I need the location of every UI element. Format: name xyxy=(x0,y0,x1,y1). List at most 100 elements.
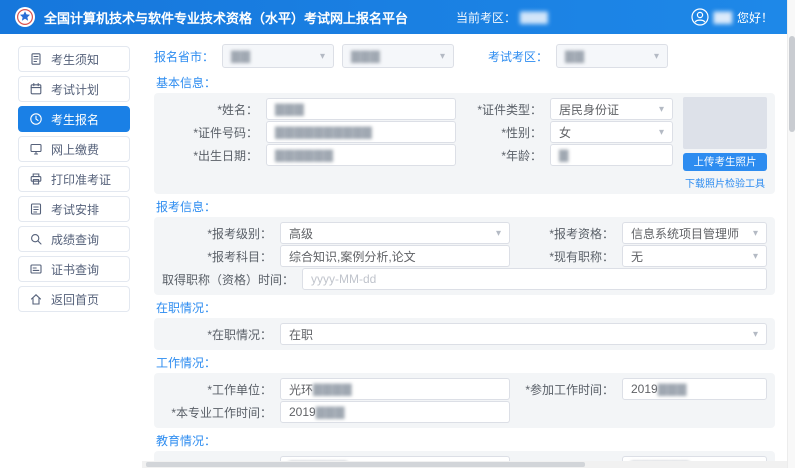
district-label: 考试考区： xyxy=(488,49,549,64)
form-row: *证件号码： ▇▇▇▇▇▇▇▇▇▇ *性别： 女 ▾ xyxy=(162,121,673,143)
district-select[interactable]: ▇▇ ▾ xyxy=(556,44,669,68)
monitor-icon xyxy=(29,142,43,156)
site-title: 全国计算机技术与软件专业技术资格（水平）考试网上报名平台 xyxy=(44,10,409,26)
section-title-employment: 在职情况： xyxy=(156,301,217,315)
qualification-select[interactable]: 信息系统项目管理师 ▾ xyxy=(622,222,767,244)
region-toolbar: 报名省市： ▇▇ ▾ ▇▇▇ ▾ 考试考区： ▇▇ ▾ xyxy=(154,44,775,68)
chevron-down-icon: ▾ xyxy=(495,227,501,239)
section-title-education: 教育情况： xyxy=(156,434,217,448)
subjects-input[interactable]: 综合知识,案例分析,论文 xyxy=(280,245,510,267)
major-work-time-input[interactable]: 2019 ▇▇▇ xyxy=(280,401,510,423)
printer-icon xyxy=(29,172,43,186)
province-label: 报名省市： xyxy=(154,49,215,64)
section-title-enroll-info: 报考信息： xyxy=(156,200,217,214)
calendar-icon xyxy=(29,82,43,96)
sidebar-item-candidate-notice[interactable]: 考生须知 xyxy=(18,46,130,72)
sidebar-item-label: 证书查询 xyxy=(51,262,100,277)
work-unit-label: *工作单位： xyxy=(207,382,272,397)
sidebar-item-online-payment[interactable]: 网上缴费 xyxy=(18,136,130,162)
sidebar-item-score-query[interactable]: 成绩查询 xyxy=(18,226,130,252)
id-type-label: *证件类型： xyxy=(477,102,542,117)
chevron-down-icon: ▾ xyxy=(752,328,758,340)
form-row: *报考级别： 高级 ▾ *报考资格： 信息系统项目管理师 ▾ xyxy=(162,222,767,244)
chevron-down-icon: ▾ xyxy=(658,126,664,138)
current-region-value: ▇▇▇ xyxy=(520,10,548,24)
form-row: *报考科目： 综合知识,案例分析,论文 *现有职称： 无 ▾ xyxy=(162,245,767,267)
form-row: *工作单位： 光环 ▇▇▇▇ *参加工作时间： 2019 ▇▇▇ xyxy=(162,378,767,400)
id-number-input[interactable]: ▇▇▇▇▇▇▇▇▇▇ xyxy=(266,121,456,143)
sidebar-item-print-admission-ticket[interactable]: 打印准考证 xyxy=(18,166,130,192)
home-icon xyxy=(29,292,43,306)
sidebar-item-label: 打印准考证 xyxy=(51,172,112,187)
basic-info-panel: *姓名： ▇▇▇ *证件类型： 居民身份证 ▾ *证件号码： ▇▇▇▇▇▇▇▇▇… xyxy=(154,93,775,194)
sidebar-item-label: 成绩查询 xyxy=(51,232,100,247)
employment-panel: *在职情况： 在职 ▾ xyxy=(154,318,775,350)
work-start-input[interactable]: 2019 ▇▇▇ xyxy=(622,378,767,400)
sidebar-item-exam-plan[interactable]: 考试计划 xyxy=(18,76,130,102)
sidebar-item-label: 考生报名 xyxy=(51,112,100,127)
birth-date-input[interactable]: ▇▇▇▇▇▇ xyxy=(266,144,456,166)
chevron-down-icon: ▾ xyxy=(654,50,660,62)
exam-level-select[interactable]: 高级 ▾ xyxy=(280,222,510,244)
sidebar-item-exam-schedule[interactable]: 考试安排 xyxy=(18,196,130,222)
form-row: *在职情况： 在职 ▾ xyxy=(162,323,767,345)
certificate-icon xyxy=(29,262,43,276)
enroll-info-panel: *报考级别： 高级 ▾ *报考资格： 信息系统项目管理师 ▾ *报考科目： 综合… xyxy=(154,217,775,295)
province-select[interactable]: ▇▇ ▾ xyxy=(222,44,335,68)
current-title-select[interactable]: 无 ▾ xyxy=(622,245,767,267)
chevron-down-icon: ▾ xyxy=(658,103,664,115)
form-row: 取得职称（资格）时间： yyyy-MM-dd xyxy=(162,268,767,290)
sidebar-nav: 考生须知 考试计划 考生报名 网上缴费 打印准考证 考试安排 成绩查询 证书查询… xyxy=(0,34,142,468)
vertical-scrollbar-thumb[interactable] xyxy=(789,36,795,132)
subjects-label: *报考科目： xyxy=(207,249,272,264)
work-unit-input[interactable]: 光环 ▇▇▇▇ xyxy=(280,378,510,400)
sidebar-item-candidate-registration[interactable]: 考生报名 xyxy=(18,106,130,132)
title-time-input[interactable]: yyyy-MM-dd xyxy=(302,268,767,290)
qualification-label: *报考资格： xyxy=(549,226,614,241)
sidebar-item-label: 网上缴费 xyxy=(51,142,100,157)
registration-form: 报名省市： ▇▇ ▾ ▇▇▇ ▾ 考试考区： ▇▇ ▾ 基本信息： *姓名： ▇… xyxy=(142,34,787,468)
upload-photo-button[interactable]: 上传考生照片 xyxy=(683,153,767,171)
download-photo-tool-link[interactable]: 下载照片检验工具 xyxy=(683,175,767,190)
section-title-work: 工作情况： xyxy=(156,356,217,370)
major-work-time-label: *本专业工作时间： xyxy=(171,405,272,420)
sidebar-item-label: 考试计划 xyxy=(51,82,100,97)
search-icon xyxy=(29,232,43,246)
employment-status-select[interactable]: 在职 ▾ xyxy=(280,323,767,345)
gender-label: *性别： xyxy=(501,125,542,140)
chevron-down-icon: ▾ xyxy=(439,50,446,62)
gender-select[interactable]: 女 ▾ xyxy=(550,121,673,143)
id-type-select[interactable]: 居民身份证 ▾ xyxy=(550,98,673,120)
exam-level-label: *报考级别： xyxy=(207,226,272,241)
title-time-label: 取得职称（资格）时间： xyxy=(162,272,295,287)
clock-icon xyxy=(29,112,43,126)
candidate-photo xyxy=(683,97,767,149)
work-info-panel: *工作单位： 光环 ▇▇▇▇ *参加工作时间： 2019 ▇▇▇ *本专业工作时间：… xyxy=(154,373,775,428)
photo-column: 上传考生照片 下载照片检验工具 xyxy=(683,97,767,190)
horizontal-scrollbar-thumb[interactable] xyxy=(146,462,585,467)
form-row: *姓名： ▇▇▇ *证件类型： 居民身份证 ▾ xyxy=(162,98,673,120)
list-icon xyxy=(29,202,43,216)
age-input[interactable]: ▇ xyxy=(550,144,673,166)
sidebar-item-label: 返回首页 xyxy=(51,292,100,307)
current-region-label: 当前考区： xyxy=(456,10,517,25)
name-label: *姓名： xyxy=(217,102,258,117)
id-number-label: *证件号码： xyxy=(193,125,258,140)
greeting-text: 您好！ xyxy=(736,10,773,25)
section-title-basic-info: 基本信息： xyxy=(156,76,217,90)
city-select[interactable]: ▇▇▇ ▾ xyxy=(342,44,455,68)
current-region: 当前考区： ▇▇▇ xyxy=(456,9,548,26)
vertical-scrollbar[interactable] xyxy=(787,0,795,468)
document-icon xyxy=(29,52,43,66)
sidebar-item-return-home[interactable]: 返回首页 xyxy=(18,286,130,312)
horizontal-scrollbar[interactable] xyxy=(142,461,787,468)
user-name: ▇▇ xyxy=(713,10,732,24)
sidebar-item-certificate-query[interactable]: 证书查询 xyxy=(18,256,130,282)
name-input[interactable]: ▇▇▇ xyxy=(266,98,456,120)
work-start-label: *参加工作时间： xyxy=(525,382,614,397)
user-menu[interactable]: ▇▇ 您好！ xyxy=(690,8,773,26)
chevron-down-icon: ▾ xyxy=(752,227,758,239)
sidebar-item-label: 考试安排 xyxy=(51,202,100,217)
form-row: *本专业工作时间： 2019 ▇▇▇ xyxy=(162,401,767,423)
user-icon xyxy=(690,8,709,26)
